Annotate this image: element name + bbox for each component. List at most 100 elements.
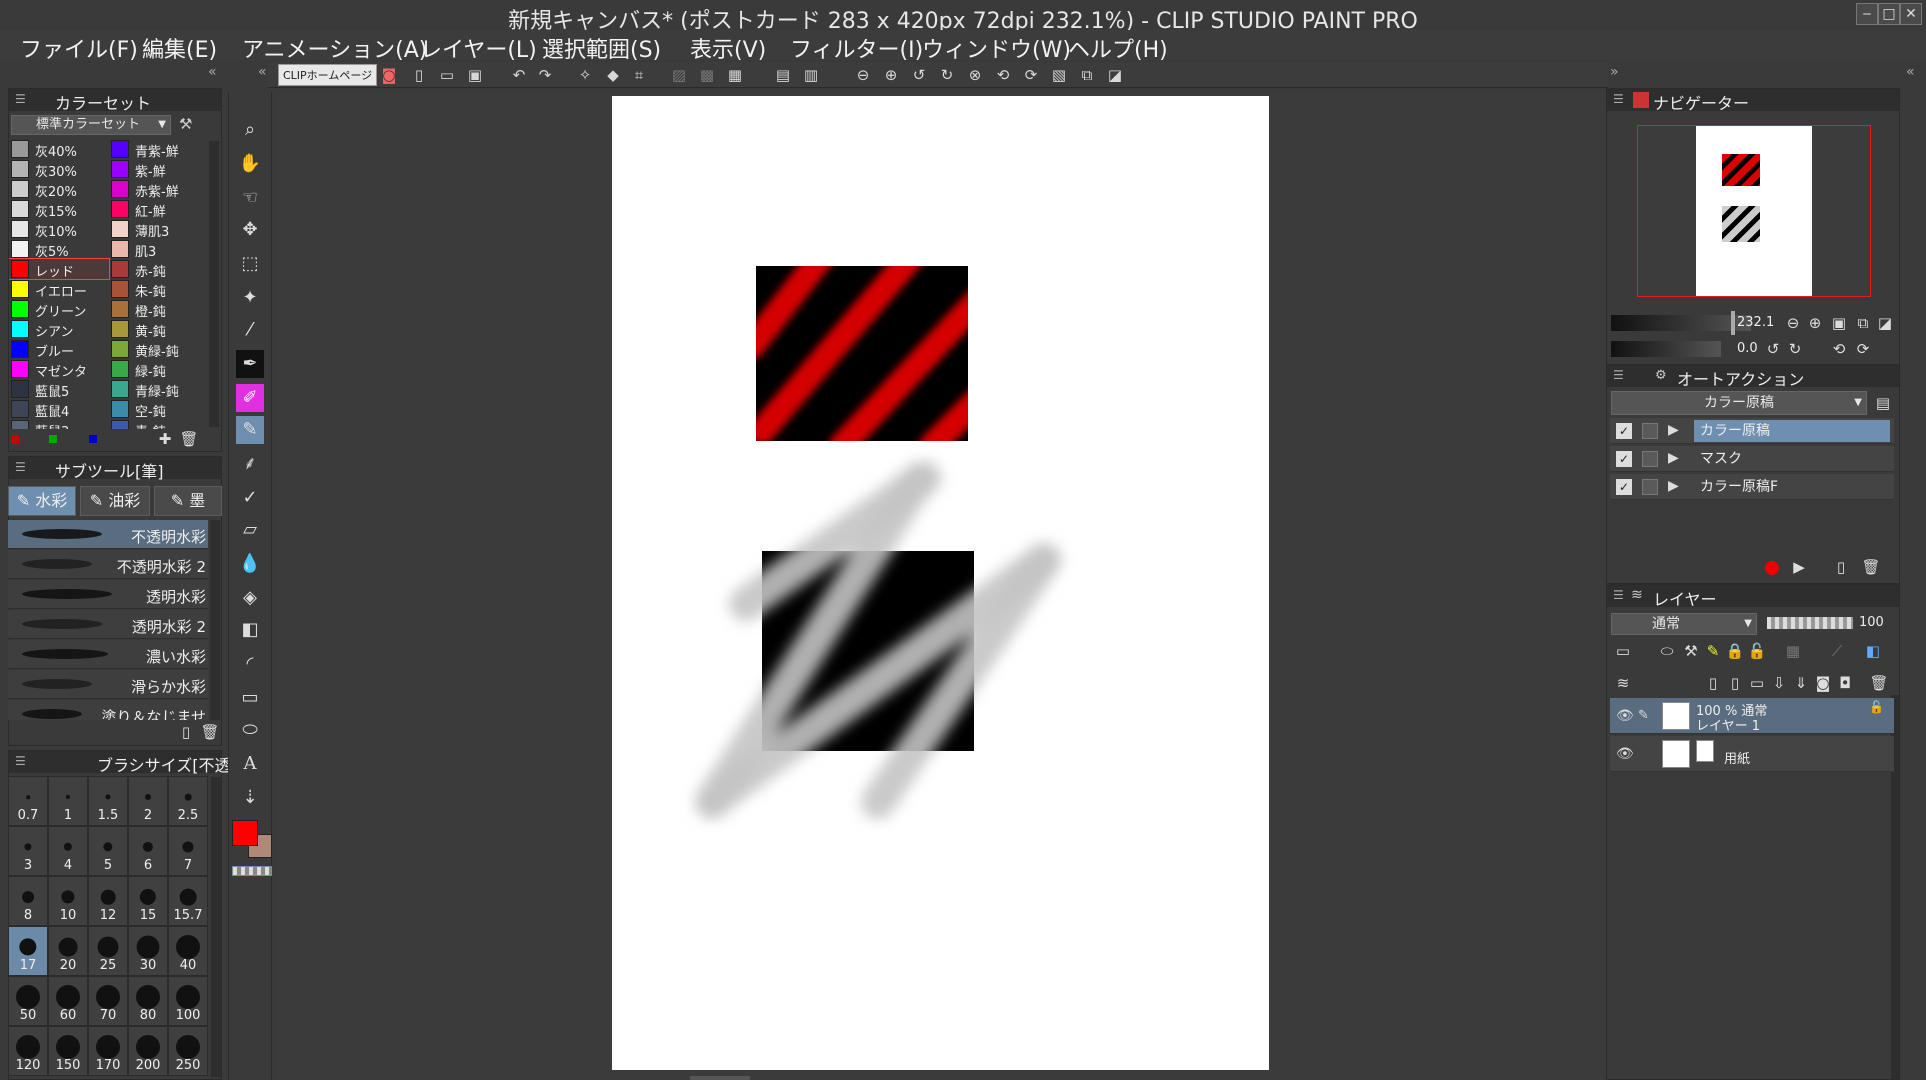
operation-tool-icon[interactable]: ☜ (236, 184, 264, 212)
panel-menu-icon[interactable]: ☰ (15, 460, 29, 474)
collapse-left-icon[interactable]: « (208, 64, 217, 80)
menu-window[interactable]: ウィンドウ(W) (922, 32, 1071, 64)
color-set-dropdown[interactable]: 標準カラーセット ▼ (11, 115, 171, 135)
expand-arrow-icon[interactable]: ▶ (1668, 478, 1679, 494)
eraser-icon[interactable]: ◆ (602, 65, 624, 85)
select-all-icon[interactable]: ▦ (724, 65, 746, 85)
brush-size-preset[interactable]: 5 (88, 826, 128, 876)
transform-icon[interactable]: ⌗ (628, 65, 650, 85)
clear-icon[interactable]: ✧ (574, 65, 596, 85)
expand-arrow-icon[interactable]: ▶ (1668, 422, 1679, 438)
main-color-swatch[interactable] (232, 820, 258, 846)
color-swatch-item[interactable]: 灰10% (9, 219, 109, 240)
brush-size-preset[interactable]: 100 (168, 976, 208, 1026)
expand-arrow-icon[interactable]: ▶ (1668, 450, 1679, 466)
subtool-item[interactable]: 塗り＆なじませ (8, 700, 208, 720)
color-swatch-item[interactable]: 灰5% (9, 239, 109, 260)
gradient-tool-icon[interactable]: ◧ (236, 616, 264, 644)
color-swatch-item[interactable]: 朱-鈍 (109, 279, 209, 300)
ruler-icon[interactable]: ◪ (1104, 65, 1126, 85)
zoom-tool-icon[interactable]: ⌕ (236, 116, 264, 144)
zoom-out-icon[interactable]: ⊖ (852, 65, 874, 85)
brush-size-preset[interactable]: 15 (128, 876, 168, 926)
brush-size-preset[interactable]: 70 (88, 976, 128, 1026)
add-color-icon[interactable]: ✚ (155, 429, 175, 449)
hide-selection-icon[interactable]: ▨ (668, 65, 690, 85)
color-swatch-item[interactable]: マゼンタ (9, 359, 109, 380)
record-icon[interactable] (1765, 561, 1779, 575)
deselect-icon[interactable]: ▩ (696, 65, 718, 85)
print-size-icon[interactable]: ▧ (1048, 65, 1070, 85)
recent-color-green[interactable] (49, 435, 57, 443)
menu-selection[interactable]: 選択範囲(S) (542, 32, 661, 64)
clip-home-button[interactable]: CLIPホームページ (278, 64, 378, 86)
tab-watercolor[interactable]: ✎ 水彩 (8, 486, 76, 516)
color-swatch-item[interactable]: イエロー (9, 279, 109, 300)
auto-action-item[interactable]: ✓ ▶ マスク (1610, 446, 1894, 472)
play-icon[interactable]: ▶ (1789, 557, 1809, 577)
color-swatch-item[interactable]: 藍鼠4 (9, 399, 109, 420)
dialog-toggle[interactable] (1642, 479, 1658, 495)
color-swatch-item[interactable]: 灰40% (9, 139, 109, 160)
dialog-toggle[interactable] (1642, 451, 1658, 467)
zoom-in-icon[interactable]: ⊕ (880, 65, 902, 85)
eyedropper-tool-icon[interactable]: ⁄ (236, 316, 264, 344)
brush-size-preset[interactable]: 3 (8, 826, 48, 876)
color-swatch-item[interactable]: 黄緑-鈍 (109, 339, 209, 360)
menu-layer[interactable]: レイヤー(L) (420, 32, 537, 64)
panel-menu-icon[interactable]: ☰ (15, 754, 29, 768)
brush-size-preset[interactable]: 20 (48, 926, 88, 976)
brush-size-preset[interactable]: 170 (88, 1026, 128, 1076)
menu-animation[interactable]: アニメーション(A) (242, 32, 427, 64)
color-swatch-item[interactable]: 赤-鈍 (109, 259, 209, 280)
subtool-item[interactable]: 不透明水彩 (8, 520, 208, 549)
color-swatch-item[interactable]: 藍鼠5 (9, 379, 109, 400)
panel-menu-icon[interactable]: ☰ (1613, 588, 1627, 602)
color-swatch-item[interactable]: 青紫-鮮 (109, 139, 209, 160)
fill-tool-icon[interactable]: ◈ (236, 584, 264, 612)
color-swatch-item[interactable]: 藍鼠3 (9, 419, 109, 429)
menu-view[interactable]: 表示(V) (690, 32, 766, 64)
brush-size-preset[interactable]: 2.5 (168, 776, 208, 826)
export-icon[interactable]: ▥ (800, 65, 822, 85)
apply-mask-icon[interactable]: ◘ (1835, 673, 1855, 693)
brush-size-preset[interactable]: 12 (88, 876, 128, 926)
brush-size-preset[interactable]: 0.7 (8, 776, 48, 826)
zoom-in-icon[interactable]: ⊕ (1805, 313, 1825, 333)
brush-size-preset[interactable]: 8 (8, 876, 48, 926)
color-swatch-item[interactable]: 橙-鈍 (109, 299, 209, 320)
actual-pixels-icon[interactable]: ⧉ (1853, 313, 1873, 333)
camera-icon[interactable]: ◙ (378, 65, 400, 85)
new-action-icon[interactable]: ▯ (1831, 557, 1851, 577)
maximize-icon[interactable]: □ (1878, 3, 1900, 25)
navigator-viewport[interactable] (1637, 125, 1871, 297)
clipping-icon[interactable]: ⬭ (1657, 641, 1677, 661)
duplicate-subtool-icon[interactable]: ▯ (176, 722, 196, 742)
panel-menu-icon[interactable]: ☰ (1613, 92, 1627, 106)
layer-property-icon[interactable]: ≋ (1613, 673, 1633, 693)
brush-size-preset[interactable]: 6 (128, 826, 168, 876)
brush-size-preset[interactable]: 17 (8, 926, 48, 976)
lock-layer-icon[interactable]: 🔒 (1725, 641, 1745, 661)
color-swatch-item[interactable]: 灰30% (9, 159, 109, 180)
brush-size-preset[interactable]: 250 (168, 1026, 208, 1076)
layer-color-icon[interactable]: ▭ (1613, 641, 1633, 661)
new-file-icon[interactable]: ▯ (408, 65, 430, 85)
color-swatch-item[interactable]: 黄-鈍 (109, 319, 209, 340)
ruler-icon[interactable]: ⟋ (1827, 641, 1847, 661)
subtool-item[interactable]: 透明水彩 (8, 580, 208, 609)
color-swatch-item[interactable]: 灰20% (9, 179, 109, 200)
auto-action-item[interactable]: ✓ ▶ カラー原稿F (1610, 474, 1894, 500)
brush-size-preset[interactable]: 2 (128, 776, 168, 826)
delete-action-icon[interactable]: 🗑 (1861, 557, 1881, 577)
zoom-slider-handle[interactable] (1731, 311, 1735, 335)
zoom-slider[interactable] (1611, 315, 1751, 331)
color-swatch-item[interactable]: 紫-鮮 (109, 159, 209, 180)
lock-icon[interactable]: 🔓 (1869, 700, 1884, 714)
brush-size-preset[interactable]: 150 (48, 1026, 88, 1076)
color-swatch-item[interactable]: 肌3 (109, 239, 209, 260)
color-swatch-item[interactable]: シアン (9, 319, 109, 340)
brush-size-preset[interactable]: 200 (128, 1026, 168, 1076)
color-swatch-item[interactable]: 青緑-鈍 (109, 379, 209, 400)
color-swatch-item[interactable]: 灰15% (9, 199, 109, 220)
